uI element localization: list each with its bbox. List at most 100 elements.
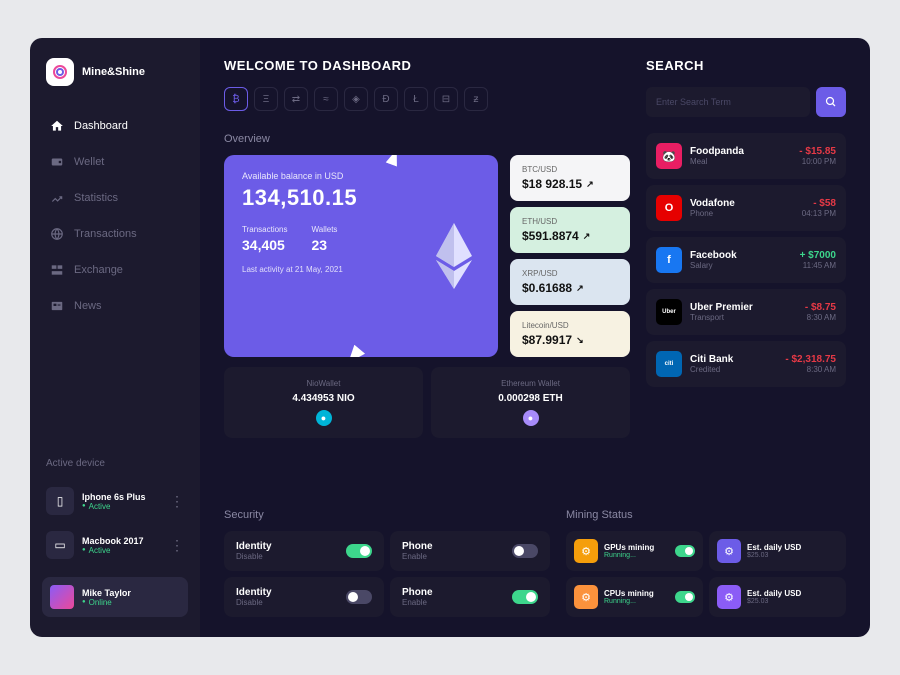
transactions-label: Transactions xyxy=(242,225,288,234)
pair-card[interactable]: XRP/USD$0.61688 ↗ xyxy=(510,259,630,305)
crypto-filter[interactable]: ⊟ xyxy=(434,87,458,111)
device-name: Iphone 6s Plus xyxy=(82,492,162,502)
mining-icon: ⚙ xyxy=(717,539,741,563)
transaction-item[interactable]: 🐼FoodpandaMeal- $15.8510:00 PM xyxy=(646,133,846,179)
security-item: PhoneEnable xyxy=(390,577,550,617)
pair-card[interactable]: Litecoin/USD$87.9917 ↘ xyxy=(510,311,630,357)
security-label: Security xyxy=(224,509,550,521)
security-toggle[interactable] xyxy=(512,544,538,558)
brand-logo[interactable]: Mine&Shine xyxy=(30,58,200,110)
crypto-filter[interactable]: ◈ xyxy=(344,87,368,111)
device-menu-icon[interactable]: ⋮ xyxy=(170,493,184,510)
trend-icon: ↗ xyxy=(576,283,584,294)
trend-icon: ↗ xyxy=(586,179,594,190)
balance-label: Available balance in USD xyxy=(242,171,480,181)
transaction-item[interactable]: citiCiti BankCredited- $2,318.758:30 AM xyxy=(646,341,846,387)
nav-statistics[interactable]: Statistics xyxy=(40,182,190,214)
security-state: Disable xyxy=(236,598,272,607)
crypto-filter[interactable]: Ł xyxy=(404,87,428,111)
brand-name: Mine&Shine xyxy=(82,66,145,78)
mining-state: $25.03 xyxy=(747,598,838,605)
balance-amount: 134,510.15 xyxy=(242,185,480,211)
globe-icon xyxy=(50,227,64,241)
security-toggle[interactable] xyxy=(346,544,372,558)
transaction-time: 04:13 PM xyxy=(802,209,836,218)
pair-label: Litecoin/USD xyxy=(522,321,618,330)
nav-news[interactable]: News xyxy=(40,290,190,322)
device-icon: ▭ xyxy=(46,531,74,559)
profile-card[interactable]: Mike Taylor Online xyxy=(42,577,188,617)
search-button[interactable] xyxy=(816,87,846,117)
wallet-name: NioWallet xyxy=(236,379,411,388)
security-toggle[interactable] xyxy=(346,590,372,604)
main-content: WELCOME TO DASHBOARD ₿Ξ⇄≈◈ÐŁ⊟ƶ SEARCH Ov… xyxy=(200,38,870,637)
crypto-filter[interactable]: ≈ xyxy=(314,87,338,111)
device-name: Macbook 2017 xyxy=(82,536,162,546)
crypto-filter[interactable]: ƶ xyxy=(464,87,488,111)
transaction-amount: - $15.85 xyxy=(799,146,836,157)
transaction-time: 8:30 AM xyxy=(785,365,836,374)
device-item[interactable]: ▯Iphone 6s PlusActive⋮ xyxy=(30,479,200,523)
merchant-name: Uber Premier xyxy=(690,302,797,313)
transaction-item[interactable]: UberUber PremierTransport- $8.758:30 AM xyxy=(646,289,846,335)
crypto-filter[interactable]: ⇄ xyxy=(284,87,308,111)
trend-icon: ↘ xyxy=(576,335,584,346)
pair-card[interactable]: ETH/USD$591.8874 ↗ xyxy=(510,207,630,253)
nav-transactions[interactable]: Transactions xyxy=(40,218,190,250)
transaction-amount: + $7000 xyxy=(800,250,836,261)
ethereum-icon xyxy=(432,223,476,289)
device-menu-icon[interactable]: ⋮ xyxy=(170,537,184,554)
mining-toggle[interactable] xyxy=(675,545,695,557)
crypto-filter[interactable]: ₿ xyxy=(224,87,248,111)
mining-state: Running... xyxy=(604,598,669,605)
mining-item: ⚙ Est. daily USD$25.03 xyxy=(709,531,846,571)
pair-label: ETH/USD xyxy=(522,217,618,226)
balance-card[interactable]: Available balance in USD 134,510.15 Tran… xyxy=(224,155,498,357)
mining-toggle[interactable] xyxy=(675,591,695,603)
crypto-filter[interactable]: Ð xyxy=(374,87,398,111)
profile-status: Online xyxy=(82,598,180,607)
security-toggle[interactable] xyxy=(512,590,538,604)
merchant-icon: Uber xyxy=(656,299,682,325)
pair-label: BTC/USD xyxy=(522,165,618,174)
security-item: IdentityDisable xyxy=(224,531,384,571)
merchant-icon: f xyxy=(656,247,682,273)
nav-dashboard[interactable]: Dashboard xyxy=(40,110,190,142)
device-icon: ▯ xyxy=(46,487,74,515)
nav-label: Exchange xyxy=(74,264,123,276)
crypto-filter[interactable]: Ξ xyxy=(254,87,278,111)
transaction-time: 8:30 AM xyxy=(805,313,836,322)
wallets-label: Wallets xyxy=(312,225,338,234)
device-item[interactable]: ▭Macbook 2017Active⋮ xyxy=(30,523,200,567)
crypto-filter-row: ₿Ξ⇄≈◈ÐŁ⊟ƶ xyxy=(224,87,616,111)
pair-card[interactable]: BTC/USD $18 928.15 ↗ xyxy=(510,155,630,201)
devices-heading: Active device xyxy=(30,458,200,469)
merchant-name: Facebook xyxy=(690,250,792,261)
security-name: Identity xyxy=(236,541,272,552)
nav-exchange[interactable]: Exchange xyxy=(40,254,190,286)
mining-icon: ⚙ xyxy=(574,585,598,609)
brand-icon xyxy=(46,58,74,86)
transaction-item[interactable]: fFacebookSalary+ $700011:45 AM xyxy=(646,237,846,283)
transaction-category: Transport xyxy=(690,313,797,322)
transaction-category: Phone xyxy=(690,209,794,218)
wallets-value: 23 xyxy=(312,237,338,253)
transaction-item[interactable]: OVodafonePhone- $5804:13 PM xyxy=(646,185,846,231)
security-name: Phone xyxy=(402,541,433,552)
nav-wellet[interactable]: Wellet xyxy=(40,146,190,178)
search-input[interactable] xyxy=(646,87,810,117)
nav-label: Wellet xyxy=(74,156,104,168)
home-icon xyxy=(50,119,64,133)
mining-state: Running... xyxy=(604,552,669,559)
mining-state: $25.03 xyxy=(747,552,838,559)
mining-name: Est. daily USD xyxy=(747,543,838,552)
wallet-card[interactable]: NioWallet4.434953 NIO● xyxy=(224,367,423,438)
overview-label: Overview xyxy=(224,133,630,145)
mining-item: ⚙GPUs miningRunning... xyxy=(566,531,703,571)
stats-icon xyxy=(50,191,64,205)
wallet-balance: 0.000298 ETH xyxy=(443,393,618,404)
pair-value: $18 928.15 ↗ xyxy=(522,177,618,191)
mining-name: GPUs mining xyxy=(604,543,669,552)
pair-value: $0.61688 ↗ xyxy=(522,281,618,295)
wallet-card[interactable]: Ethereum Wallet0.000298 ETH● xyxy=(431,367,630,438)
